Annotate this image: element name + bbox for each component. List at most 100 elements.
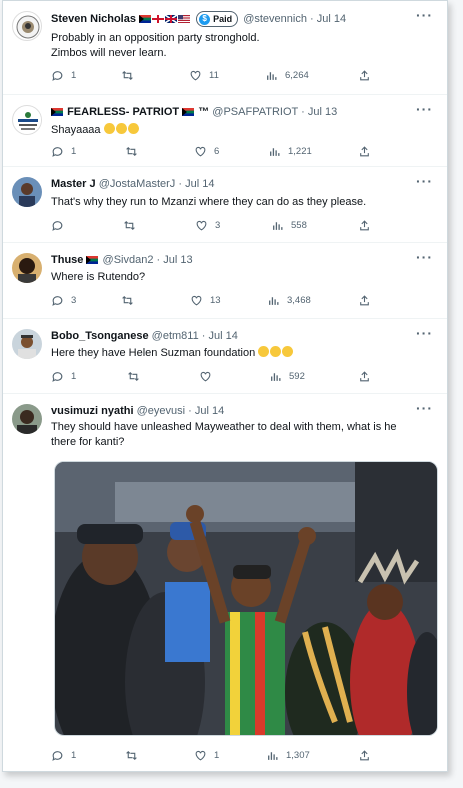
- timestamp[interactable]: Jul 14: [317, 13, 346, 25]
- reply-icon: [52, 751, 63, 761]
- timestamp[interactable]: Jul 14: [209, 330, 238, 342]
- avatar[interactable]: [12, 329, 42, 359]
- like-icon: [195, 750, 206, 761]
- tweet-header: Thuse @Sivdan2 · Jul 13: [51, 254, 193, 266]
- timestamp[interactable]: Jul 13: [308, 106, 337, 118]
- flags: [139, 13, 194, 25]
- like-icon: [196, 220, 207, 231]
- more-icon[interactable]: ···: [416, 101, 433, 117]
- tweet-photo[interactable]: [54, 461, 438, 736]
- reply-button[interactable]: 1: [51, 69, 76, 82]
- handle[interactable]: @JostaMasterJ: [99, 178, 176, 190]
- avatar[interactable]: [12, 177, 42, 207]
- handle[interactable]: @eyevusi: [137, 405, 185, 417]
- display-name[interactable]: Thuse: [51, 254, 83, 266]
- retweet-icon: [122, 70, 133, 81]
- display-name[interactable]: Master J: [51, 178, 96, 190]
- display-name[interactable]: FEARLESS- PATRIOT: [67, 106, 179, 118]
- timestamp[interactable]: Jul 14: [185, 178, 214, 190]
- tweet-header: vusimuzi nyathi @eyevusi · Jul 14: [51, 405, 225, 417]
- views-icon: [271, 373, 281, 381]
- like-icon: [195, 146, 206, 157]
- tweet-header: Master J @JostaMasterJ · Jul 14: [51, 178, 215, 190]
- views-button[interactable]: 1,307: [266, 749, 310, 762]
- share-button[interactable]: [358, 749, 371, 762]
- retweet-icon: [126, 750, 137, 761]
- timeline-card: Steven Nicholas $ Paid @stevennich · Jul …: [2, 0, 448, 772]
- like-icon: [190, 70, 201, 81]
- display-name[interactable]: Bobo_Tsonganese: [51, 330, 149, 342]
- like-button[interactable]: 11: [189, 69, 219, 82]
- like-button[interactable]: [199, 370, 212, 383]
- reply-icon: [52, 147, 63, 157]
- paid-badge[interactable]: $ Paid: [196, 11, 239, 27]
- timestamp[interactable]: Jul 14: [195, 405, 224, 417]
- more-icon[interactable]: ···: [416, 173, 433, 189]
- share-icon: [360, 295, 369, 306]
- views-icon: [268, 752, 278, 760]
- crying-emoji-icon: [258, 346, 294, 359]
- tweet[interactable]: Master J @JostaMasterJ · Jul 14 ··· That…: [3, 167, 447, 243]
- views-button[interactable]: 1,221: [268, 145, 312, 158]
- tweet-actions: 1 1 1,307: [51, 749, 433, 765]
- tweet[interactable]: Thuse @Sivdan2 · Jul 13 ··· Where is Rut…: [3, 243, 447, 319]
- laughing-emoji-icon: [103, 123, 140, 136]
- handle[interactable]: @Sivdan2: [103, 254, 154, 266]
- avatar[interactable]: [12, 404, 42, 434]
- tweet[interactable]: FEARLESS- PATRIOT ™ @PSAFPATRIOT · Jul 1…: [3, 95, 447, 167]
- more-icon[interactable]: ···: [416, 7, 433, 23]
- like-button[interactable]: 13: [190, 294, 221, 307]
- more-icon[interactable]: ···: [416, 249, 433, 265]
- avatar[interactable]: [12, 105, 42, 135]
- verified-paid-icon: $: [199, 13, 211, 25]
- handle[interactable]: @stevennich: [243, 13, 307, 25]
- tweet-text: Here they have Helen Suzman foundation: [51, 346, 433, 361]
- retweet-button[interactable]: [127, 370, 140, 383]
- avatar[interactable]: [12, 11, 42, 41]
- tweet-text: Where is Rutendo?: [51, 271, 146, 283]
- avatar[interactable]: [12, 253, 42, 283]
- like-button[interactable]: 1: [194, 749, 219, 762]
- retweet-button[interactable]: [123, 219, 136, 232]
- handle[interactable]: @PSAFPATRIOT: [212, 106, 298, 118]
- display-name[interactable]: Steven Nicholas: [51, 13, 136, 25]
- views-button[interactable]: 592: [269, 370, 305, 383]
- tweet-text: That's why they run to Mzanzi where they…: [51, 196, 367, 208]
- tweet[interactable]: Bobo_Tsonganese @etm811 · Jul 14 ··· Her…: [3, 319, 447, 394]
- retweet-button[interactable]: [121, 294, 134, 307]
- views-button[interactable]: 558: [271, 219, 307, 232]
- reply-icon: [52, 296, 63, 306]
- retweet-button[interactable]: [125, 749, 138, 762]
- tweet-actions: 3 13 3,468: [51, 294, 433, 310]
- retweet-icon: [122, 295, 133, 306]
- reply-button[interactable]: 3: [51, 294, 76, 307]
- reply-button[interactable]: 1: [51, 370, 76, 383]
- share-icon: [360, 220, 369, 231]
- retweet-button[interactable]: [125, 145, 138, 158]
- views-icon: [269, 297, 279, 305]
- reply-button[interactable]: 1: [51, 749, 76, 762]
- tweet[interactable]: Steven Nicholas $ Paid @stevennich · Jul …: [3, 1, 447, 95]
- reply-button[interactable]: [51, 219, 64, 232]
- reply-button[interactable]: 1: [51, 145, 76, 158]
- retweet-button[interactable]: [121, 69, 141, 82]
- timestamp[interactable]: Jul 13: [163, 254, 192, 266]
- display-name[interactable]: vusimuzi nyathi: [51, 405, 134, 417]
- share-button[interactable]: [358, 370, 371, 383]
- share-button[interactable]: [358, 219, 371, 232]
- share-button[interactable]: [358, 294, 371, 307]
- views-button[interactable]: 3,468: [267, 294, 311, 307]
- views-button[interactable]: 6,264: [265, 69, 309, 82]
- like-icon: [200, 371, 211, 382]
- share-button[interactable]: [358, 69, 371, 82]
- views-icon: [273, 222, 283, 230]
- share-icon: [360, 750, 369, 761]
- more-icon[interactable]: ···: [416, 325, 433, 341]
- share-button[interactable]: [358, 145, 371, 158]
- like-button[interactable]: 3: [195, 219, 220, 232]
- like-button[interactable]: 6: [194, 145, 219, 158]
- more-icon[interactable]: ···: [416, 400, 433, 416]
- tweet-actions: 1 11 6,264: [51, 69, 433, 85]
- handle[interactable]: @etm811: [152, 330, 199, 342]
- tweet-text: Probably in an opposition party strongho…: [51, 32, 260, 59]
